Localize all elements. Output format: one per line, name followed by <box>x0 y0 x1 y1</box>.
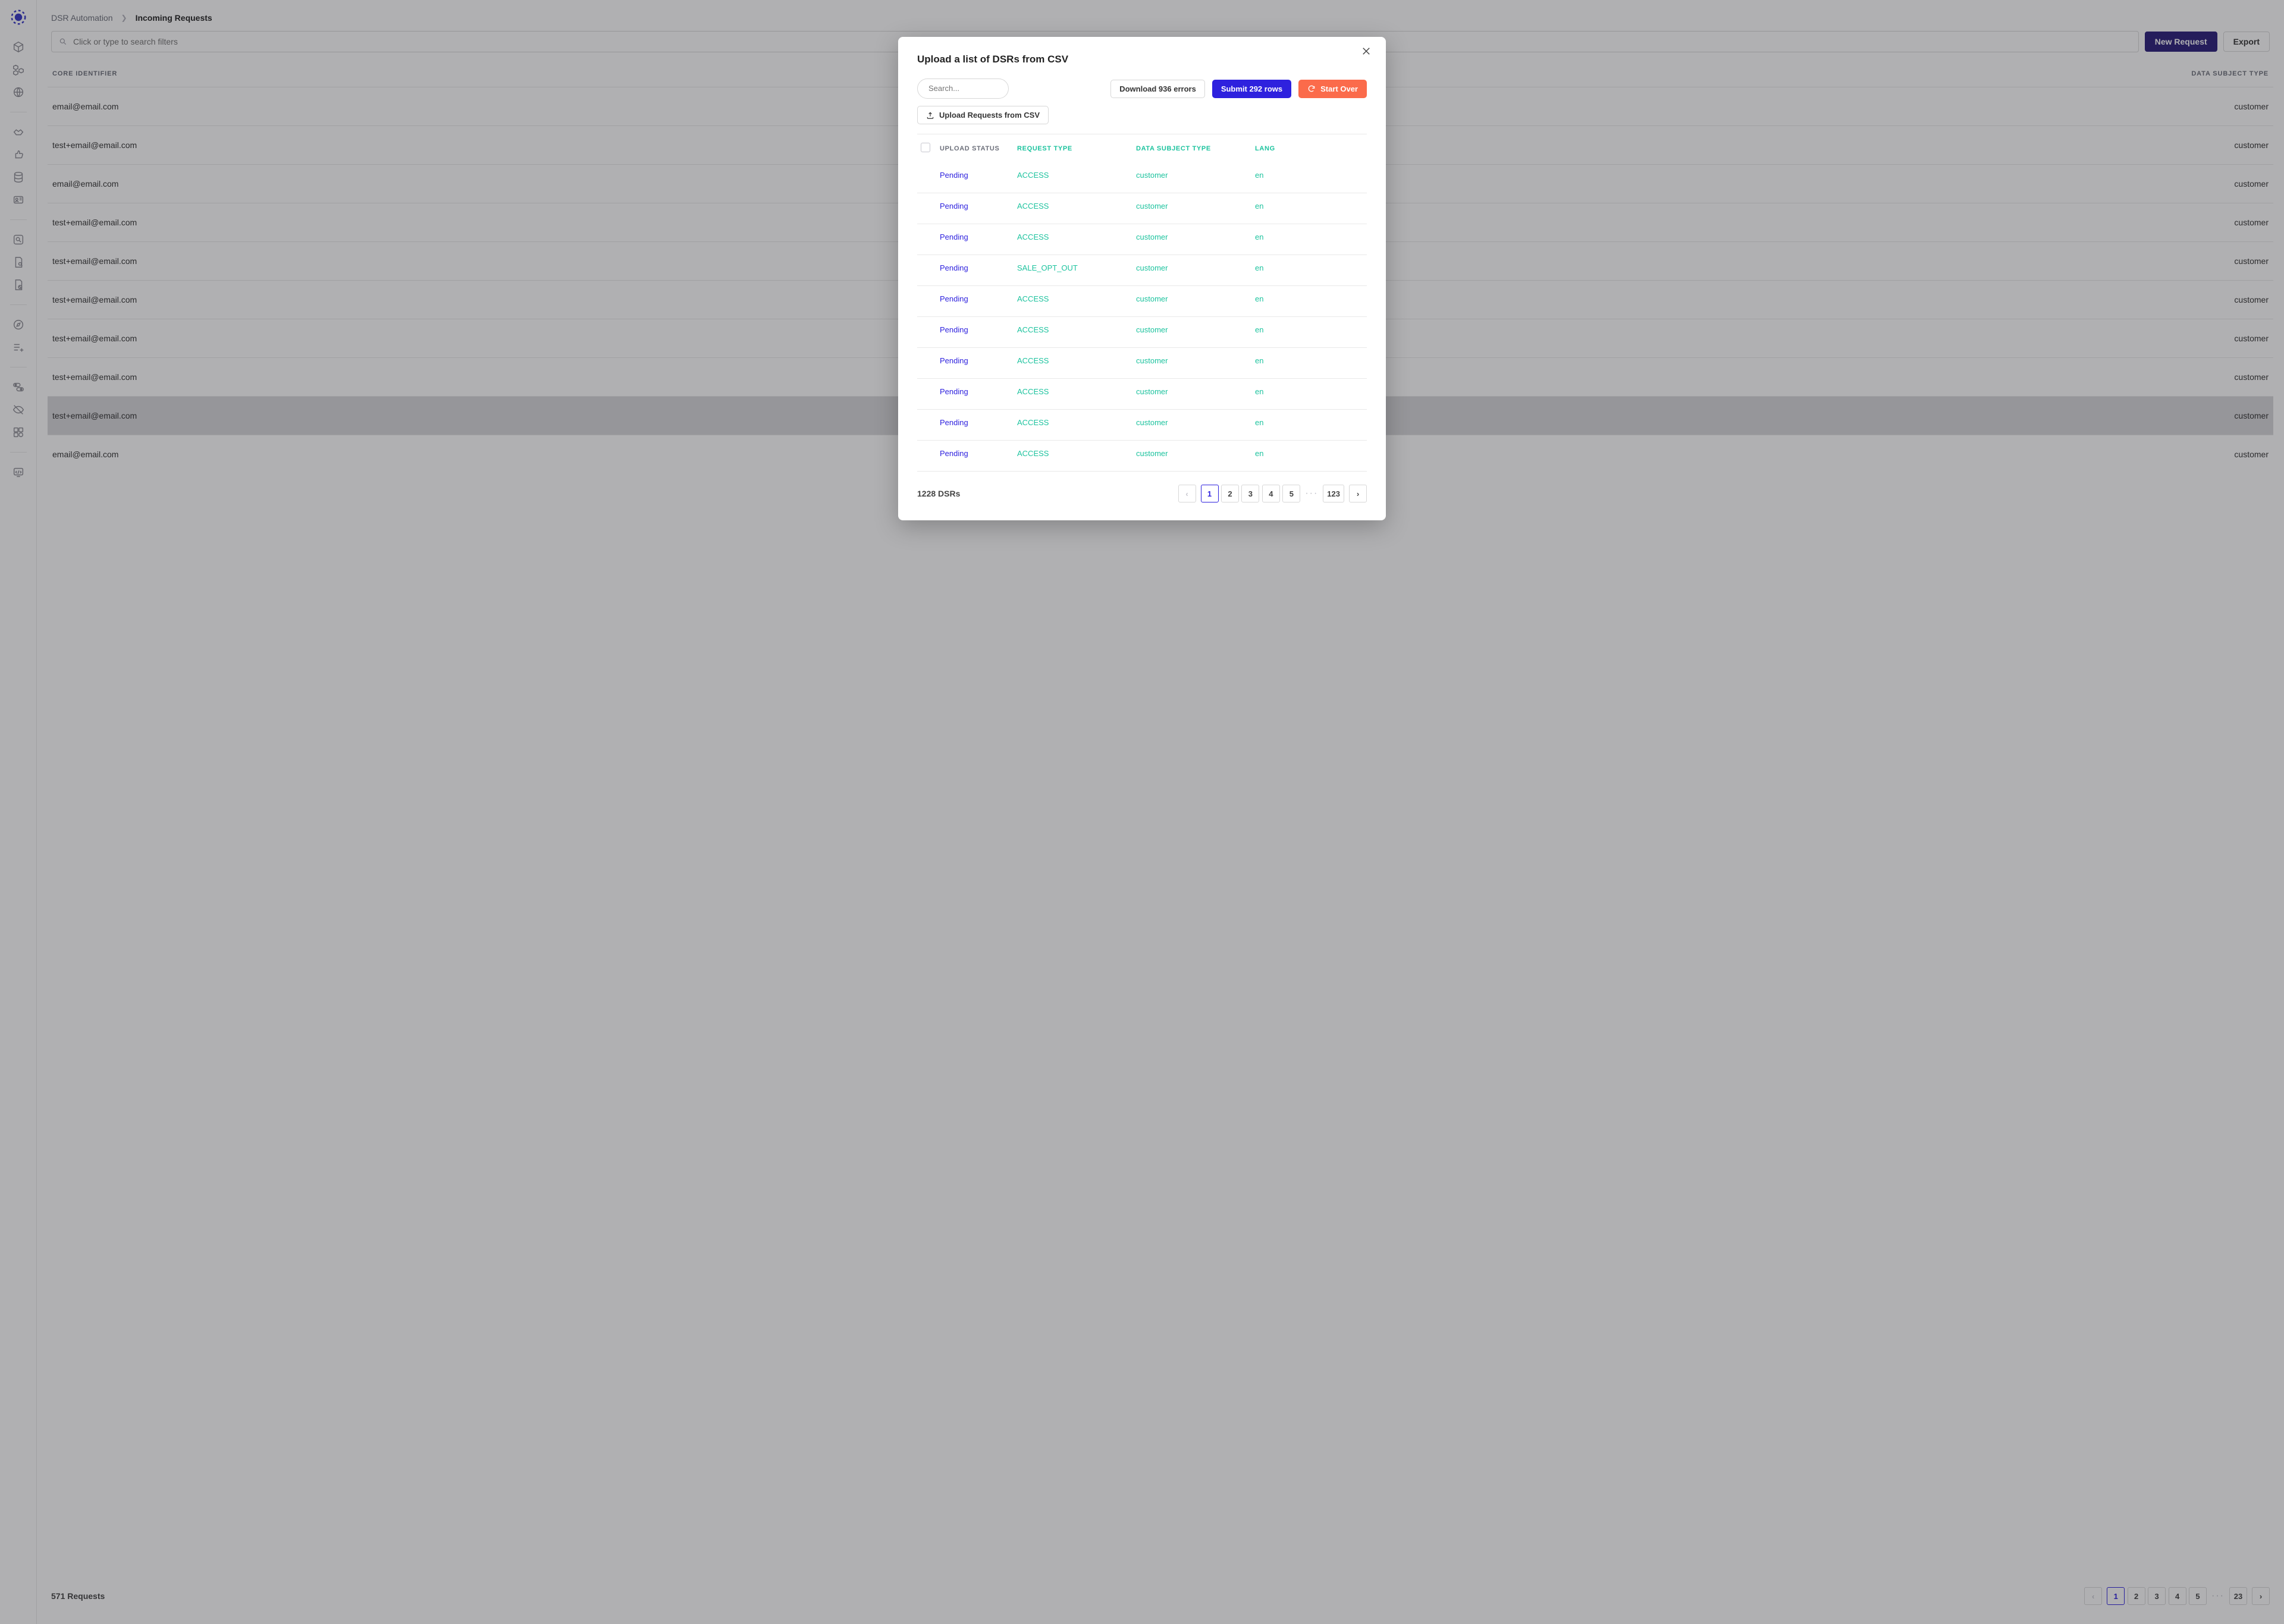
table-row[interactable]: Pending ACCESS customer en <box>917 441 1367 472</box>
cell-data-subject-type: customer <box>1136 263 1168 272</box>
cell-language: en <box>1255 387 1263 396</box>
table-row[interactable]: Pending ACCESS customer en <box>917 224 1367 255</box>
cell-upload-status: Pending <box>940 449 968 458</box>
modal-page-ellipsis: ··· <box>1305 488 1318 499</box>
cell-upload-status: Pending <box>940 356 968 365</box>
cell-data-subject-type: customer <box>1136 356 1168 365</box>
table-row[interactable]: Pending ACCESS customer en <box>917 193 1367 224</box>
col-upload-status: UPLOAD STATUS <box>936 134 1014 162</box>
col-language[interactable]: LANG <box>1251 134 1367 162</box>
cell-language: en <box>1255 263 1263 272</box>
cell-request-type: ACCESS <box>1017 356 1049 365</box>
cell-upload-status: Pending <box>940 418 968 427</box>
col-request-type[interactable]: REQUEST TYPE <box>1014 134 1132 162</box>
upload-icon <box>926 111 934 120</box>
modal-search-input[interactable] <box>927 83 999 93</box>
cell-data-subject-type: customer <box>1136 171 1168 180</box>
upload-requests-button[interactable]: Upload Requests from CSV <box>917 106 1049 124</box>
close-icon <box>1361 46 1372 56</box>
cell-data-subject-type: customer <box>1136 387 1168 396</box>
cell-language: en <box>1255 202 1263 211</box>
modal-title: Upload a list of DSRs from CSV <box>917 54 1367 65</box>
col-data-subject-type[interactable]: DATA SUBJECT TYPE <box>1132 134 1251 162</box>
table-row[interactable]: Pending SALE_OPT_OUT customer en <box>917 255 1367 286</box>
table-row[interactable]: Pending ACCESS customer en <box>917 410 1367 441</box>
cell-request-type: SALE_OPT_OUT <box>1017 263 1078 272</box>
cell-request-type: ACCESS <box>1017 325 1049 334</box>
modal-page-button[interactable]: 1 <box>1201 485 1219 502</box>
modal-page-prev-button[interactable]: ‹ <box>1178 485 1196 502</box>
cell-data-subject-type: customer <box>1136 418 1168 427</box>
cell-language: en <box>1255 325 1263 334</box>
cell-data-subject-type: customer <box>1136 325 1168 334</box>
cell-data-subject-type: customer <box>1136 294 1168 303</box>
modal-page-next-button[interactable]: › <box>1349 485 1367 502</box>
table-row[interactable]: Pending ACCESS customer en <box>917 162 1367 193</box>
cell-request-type: ACCESS <box>1017 449 1049 458</box>
modal-page-button[interactable]: 5 <box>1282 485 1300 502</box>
modal-page-button[interactable]: 4 <box>1262 485 1280 502</box>
modal-table: UPLOAD STATUS REQUEST TYPE DATA SUBJECT … <box>917 134 1367 472</box>
cell-request-type: ACCESS <box>1017 202 1049 211</box>
cell-upload-status: Pending <box>940 202 968 211</box>
cell-language: en <box>1255 294 1263 303</box>
table-row[interactable]: Pending ACCESS customer en <box>917 348 1367 379</box>
cell-data-subject-type: customer <box>1136 449 1168 458</box>
cell-request-type: ACCESS <box>1017 171 1049 180</box>
modal-pagination: ‹ 1 2 3 4 5 ··· 123 › <box>1178 485 1367 502</box>
modal-dsr-summary: 1228 DSRs <box>917 489 960 498</box>
modal-page-button[interactable]: 3 <box>1241 485 1259 502</box>
modal-page-button[interactable]: 2 <box>1221 485 1239 502</box>
cell-language: en <box>1255 356 1263 365</box>
cell-request-type: ACCESS <box>1017 387 1049 396</box>
cell-request-type: ACCESS <box>1017 233 1049 241</box>
table-row[interactable]: Pending ACCESS customer en <box>917 286 1367 317</box>
modal-search-wrap[interactable] <box>917 78 1009 99</box>
cell-upload-status: Pending <box>940 171 968 180</box>
table-row[interactable]: Pending ACCESS customer en <box>917 317 1367 348</box>
cell-language: en <box>1255 171 1263 180</box>
cell-upload-status: Pending <box>940 263 968 272</box>
cell-request-type: ACCESS <box>1017 418 1049 427</box>
download-errors-button[interactable]: Download 936 errors <box>1110 80 1205 98</box>
cell-language: en <box>1255 233 1263 241</box>
select-all-checkbox[interactable] <box>921 143 930 152</box>
refresh-icon <box>1307 84 1316 93</box>
cell-upload-status: Pending <box>940 233 968 241</box>
cell-language: en <box>1255 418 1263 427</box>
modal-page-last-button[interactable]: 123 <box>1323 485 1344 502</box>
submit-rows-button[interactable]: Submit 292 rows <box>1212 80 1291 98</box>
cell-data-subject-type: customer <box>1136 202 1168 211</box>
upload-dsr-modal: Upload a list of DSRs from CSV Download … <box>898 37 1386 520</box>
cell-language: en <box>1255 449 1263 458</box>
cell-request-type: ACCESS <box>1017 294 1049 303</box>
table-row[interactable]: Pending ACCESS customer en <box>917 379 1367 410</box>
start-over-button[interactable]: Start Over <box>1298 80 1367 98</box>
cell-upload-status: Pending <box>940 387 968 396</box>
close-button[interactable] <box>1357 45 1375 57</box>
cell-upload-status: Pending <box>940 294 968 303</box>
cell-upload-status: Pending <box>940 325 968 334</box>
modal-overlay: Upload a list of DSRs from CSV Download … <box>0 0 2284 1624</box>
cell-data-subject-type: customer <box>1136 233 1168 241</box>
